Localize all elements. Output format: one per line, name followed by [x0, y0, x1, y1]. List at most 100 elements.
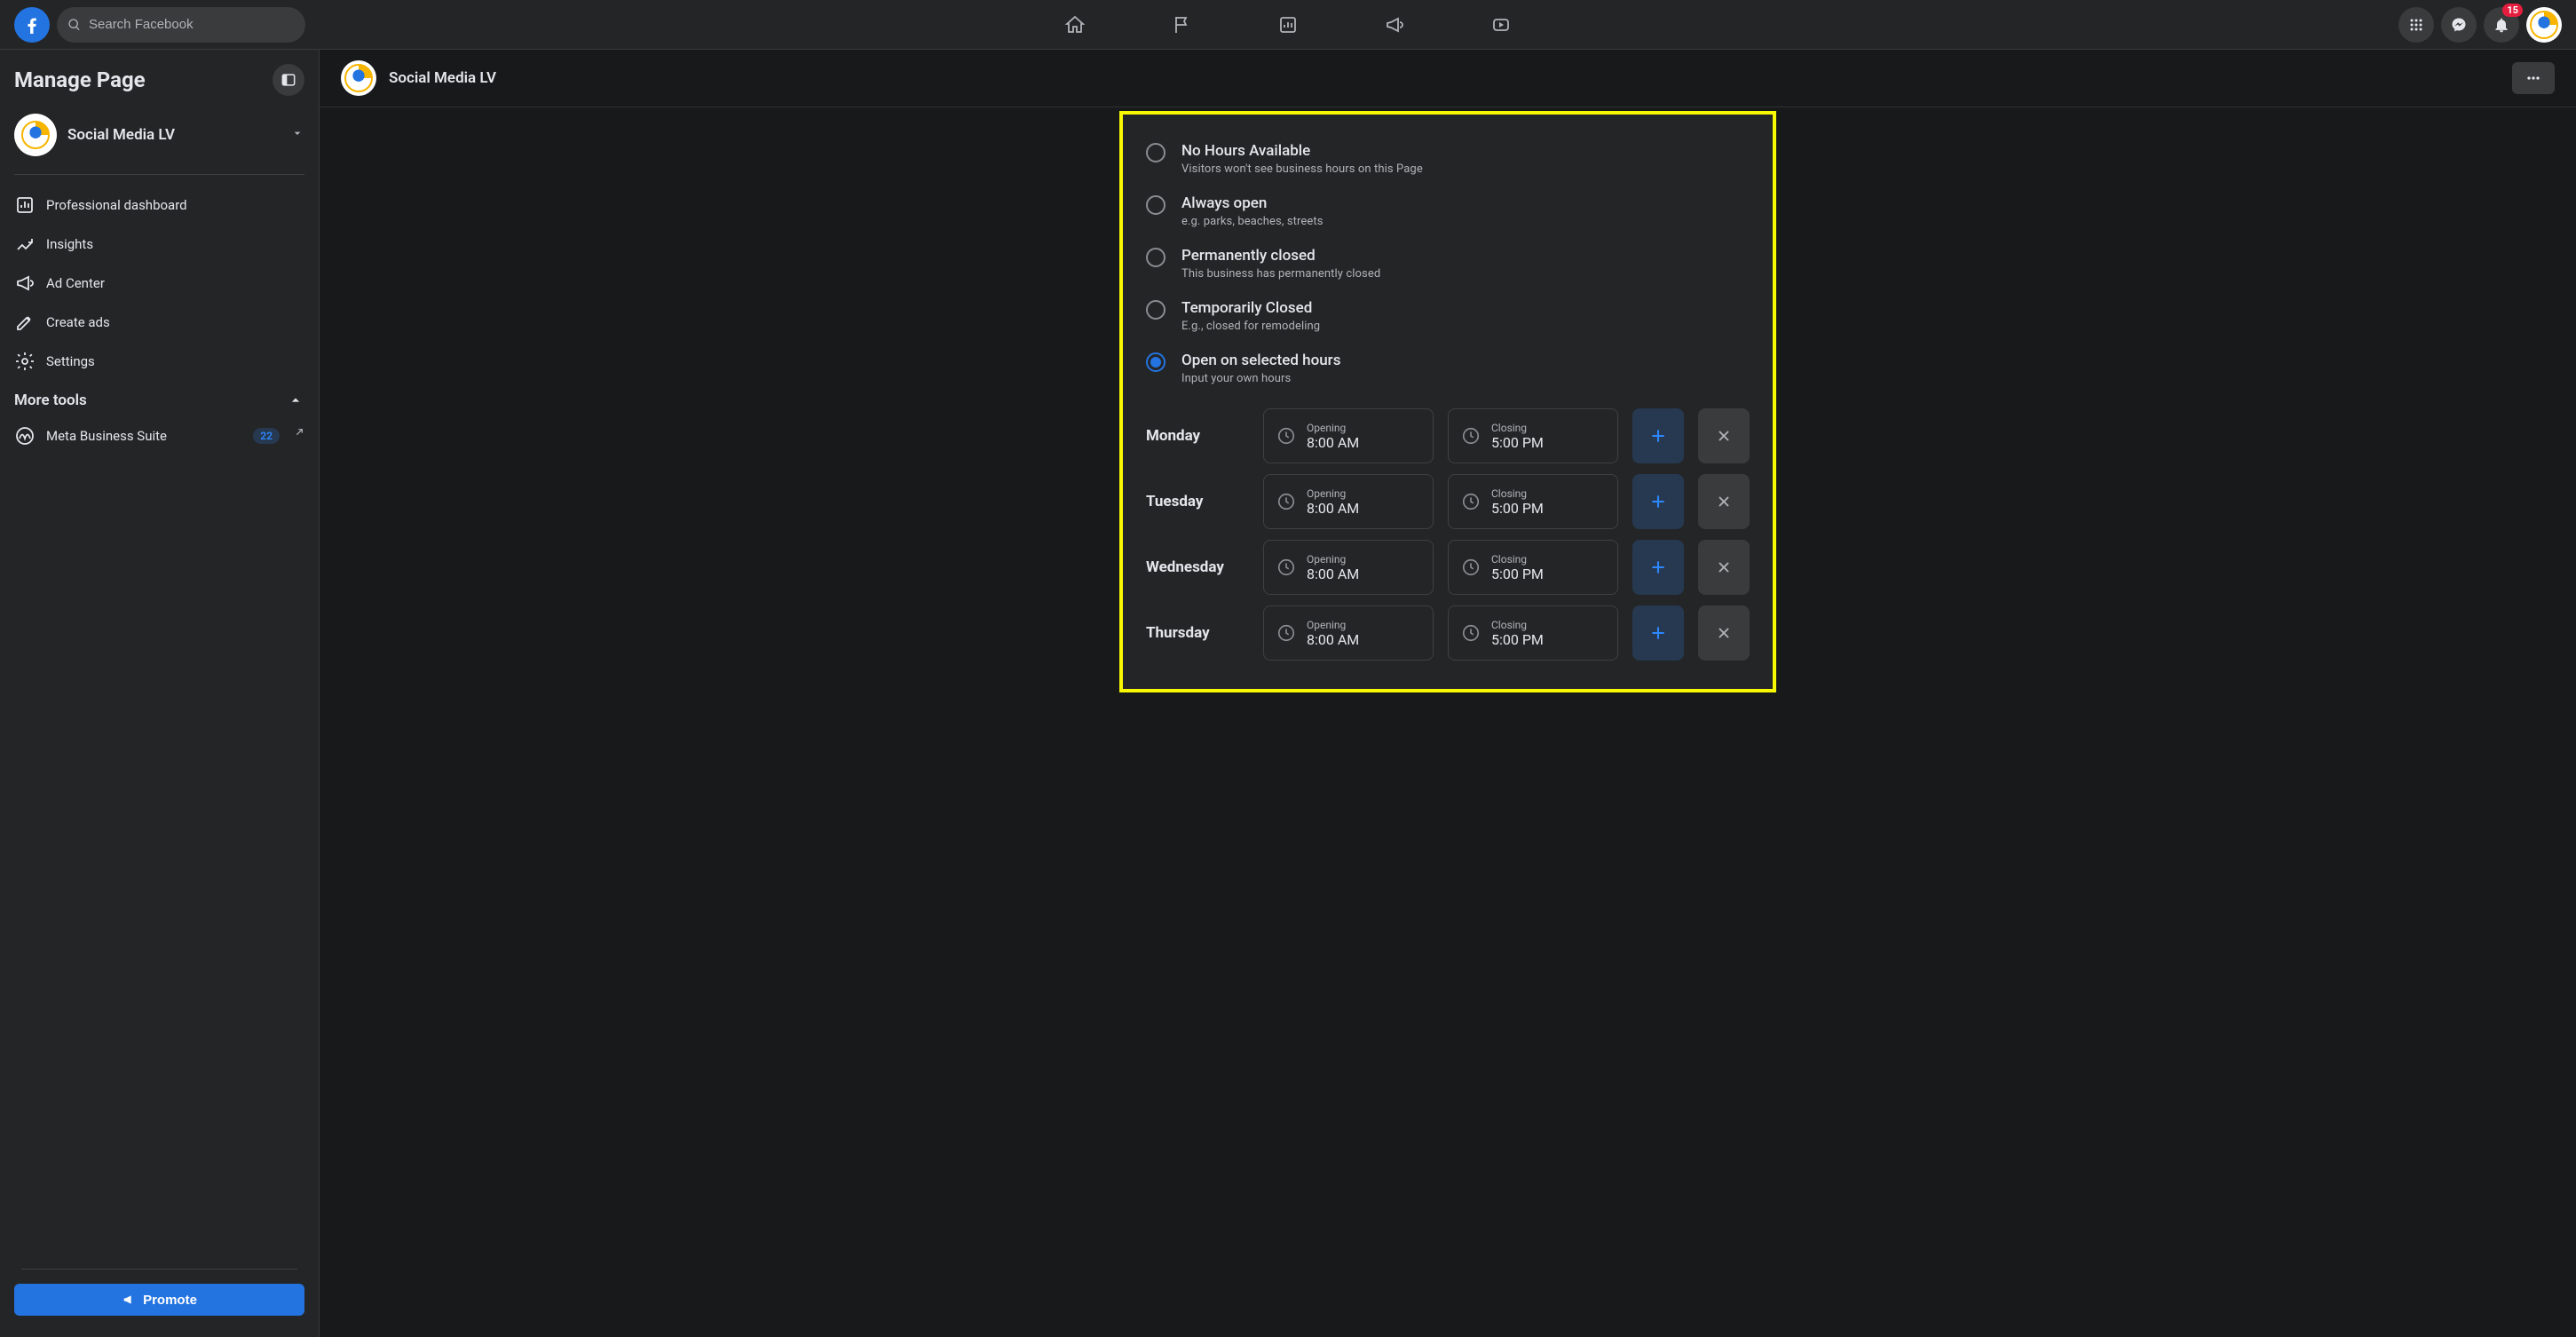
nav-home[interactable] [1025, 4, 1125, 46]
day-row: ThursdayOpening8:00 AMClosing5:00 PM [1146, 605, 1750, 661]
more-options-button[interactable] [2512, 62, 2555, 94]
avatar-icon [21, 121, 50, 149]
collapse-sidebar-button[interactable] [273, 64, 304, 96]
facebook-f-icon [21, 14, 43, 36]
radio-icon [1146, 143, 1166, 162]
sidebar-item-meta-suite[interactable]: Meta Business Suite 22 [7, 416, 312, 455]
hours-option-temporarily-closed[interactable]: Temporarily Closed E.g., closed for remo… [1123, 289, 1773, 342]
dashboard-icon [14, 194, 36, 216]
avatar-icon [344, 64, 373, 92]
megaphone-icon [1384, 14, 1405, 36]
add-hours-button[interactable] [1632, 408, 1684, 463]
radio-icon [1146, 195, 1166, 215]
opening-time-input[interactable]: Opening8:00 AM [1263, 408, 1434, 463]
hours-option-permanently-closed[interactable]: Permanently closed This business has per… [1123, 237, 1773, 289]
clock-icon [1276, 623, 1296, 643]
opening-time-input[interactable]: Opening8:00 AM [1263, 540, 1434, 595]
closing-value: 5:00 PM [1491, 434, 1544, 451]
sidebar-item-label: Meta Business Suite [46, 428, 167, 444]
sidebar-title: Manage Page [14, 67, 146, 92]
sidebar-item-ad-center[interactable]: Ad Center [7, 264, 312, 303]
closing-time-input[interactable]: Closing5:00 PM [1448, 605, 1618, 661]
plus-icon [1649, 624, 1667, 642]
header-left [14, 7, 305, 43]
plus-icon [1649, 558, 1667, 576]
remove-hours-button[interactable] [1698, 605, 1750, 661]
search-input[interactable] [89, 17, 295, 32]
video-icon [1490, 14, 1512, 36]
radio-title: Open on selected hours [1181, 351, 1340, 370]
close-icon [1716, 625, 1732, 641]
header-right: 15 [2398, 7, 2562, 43]
sidebar-item-label: Create ads [46, 314, 110, 330]
nav-megaphone[interactable] [1345, 4, 1444, 46]
hours-option-always-open[interactable]: Always open e.g. parks, beaches, streets [1123, 185, 1773, 237]
nav-dashboard[interactable] [1238, 4, 1338, 46]
search-icon [67, 18, 82, 32]
remove-hours-button[interactable] [1698, 408, 1750, 463]
remove-hours-button[interactable] [1698, 474, 1750, 529]
sidebar-item-label: Professional dashboard [46, 197, 187, 213]
sidebar-item-label: Settings [46, 353, 95, 369]
megaphone-icon [122, 1293, 136, 1307]
radio-icon [1146, 352, 1166, 372]
promote-button[interactable]: Promote [14, 1284, 304, 1316]
apps-menu-button[interactable] [2398, 7, 2434, 43]
notifications-button[interactable]: 15 [2484, 7, 2519, 43]
radio-subtitle: This business has permanently closed [1181, 267, 1380, 281]
sidebar-item-settings[interactable]: Settings [7, 342, 312, 381]
sidebar-item-professional-dashboard[interactable]: Professional dashboard [7, 186, 312, 225]
page-avatar[interactable] [341, 60, 376, 96]
sidebar-item-label: Insights [46, 236, 93, 252]
page-selector[interactable]: Social Media LV [7, 107, 312, 163]
notification-badge: 15 [2502, 4, 2523, 17]
clock-icon [1276, 426, 1296, 446]
top-header: 15 [0, 0, 2576, 50]
sidebar-item-create-ads[interactable]: Create ads [7, 303, 312, 342]
radio-icon [1146, 248, 1166, 267]
add-hours-button[interactable] [1632, 474, 1684, 529]
divider [21, 1269, 297, 1270]
more-tools-label: More tools [14, 392, 87, 409]
nav-video[interactable] [1451, 4, 1551, 46]
more-tools-header[interactable]: More tools [7, 384, 312, 416]
add-hours-button[interactable] [1632, 605, 1684, 661]
page-toolbar: Social Media LV [320, 50, 2576, 107]
megaphone-icon [14, 273, 36, 294]
sidebar: Manage Page Social Media LV Professional… [0, 50, 320, 1337]
chevron-down-icon [290, 126, 304, 140]
divider [14, 174, 304, 175]
closing-time-input[interactable]: Closing5:00 PM [1448, 540, 1618, 595]
sidebar-header: Manage Page [7, 64, 312, 107]
remove-hours-button[interactable] [1698, 540, 1750, 595]
search-box[interactable] [57, 7, 305, 43]
opening-value: 8:00 AM [1307, 631, 1359, 648]
page-title: Social Media LV [389, 69, 2500, 87]
opening-value: 8:00 AM [1307, 434, 1359, 451]
meta-suite-count: 22 [253, 428, 280, 444]
hours-option-no-hours[interactable]: No Hours Available Visitors won't see bu… [1123, 132, 1773, 185]
chevron-up-icon [287, 392, 304, 409]
bell-icon [2493, 16, 2510, 34]
sidebar-item-insights[interactable]: Insights [7, 225, 312, 264]
close-icon [1716, 559, 1732, 575]
add-hours-button[interactable] [1632, 540, 1684, 595]
clock-icon [1461, 623, 1481, 643]
opening-time-input[interactable]: Opening8:00 AM [1263, 474, 1434, 529]
facebook-logo[interactable] [14, 7, 50, 43]
nav-flag[interactable] [1132, 4, 1231, 46]
closing-time-input[interactable]: Closing5:00 PM [1448, 408, 1618, 463]
opening-label: Opening [1307, 619, 1359, 631]
page-dropdown-toggle[interactable] [290, 126, 304, 144]
closing-value: 5:00 PM [1491, 500, 1544, 517]
day-name: Thursday [1146, 624, 1249, 642]
opening-time-input[interactable]: Opening8:00 AM [1263, 605, 1434, 661]
closing-time-input[interactable]: Closing5:00 PM [1448, 474, 1618, 529]
page-avatar [14, 114, 57, 156]
profile-avatar[interactable] [2526, 7, 2562, 43]
hours-option-selected-hours[interactable]: Open on selected hours Input your own ho… [1123, 342, 1773, 394]
messenger-button[interactable] [2441, 7, 2477, 43]
content-wrap: No Hours Available Visitors won't see bu… [320, 107, 2576, 714]
clock-icon [1276, 558, 1296, 577]
radio-icon [1146, 300, 1166, 320]
